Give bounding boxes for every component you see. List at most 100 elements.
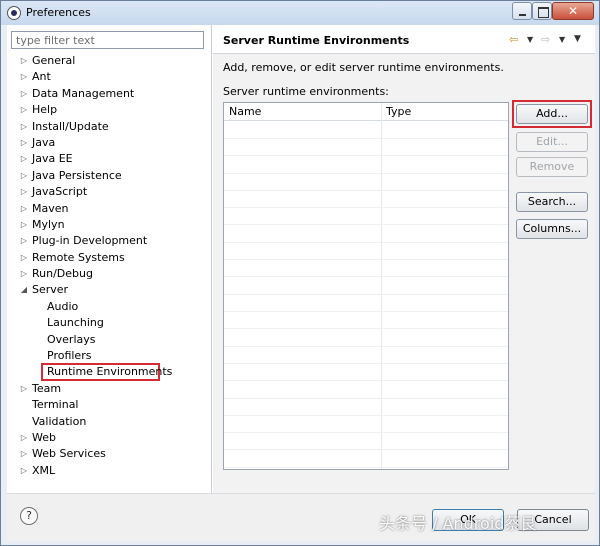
forward-history-dropdown-icon[interactable]: ▼ xyxy=(559,35,565,44)
tree-item[interactable]: ▷ Web Services xyxy=(7,446,211,462)
tree-item-label: Maven xyxy=(32,201,69,215)
empty-row-line xyxy=(224,415,508,416)
back-history-dropdown-icon[interactable]: ▼ xyxy=(527,35,533,44)
empty-row-line xyxy=(224,242,508,243)
collapsed-twistie-icon[interactable]: ▷ xyxy=(19,266,29,282)
tree-item-label: Server xyxy=(32,283,69,297)
tree-item[interactable]: ▷ General xyxy=(7,53,211,69)
tree-item-label: Install/Update xyxy=(32,119,109,133)
tree-item[interactable]: ▷ Plug-in Development xyxy=(7,233,211,249)
collapsed-twistie-icon[interactable]: ▷ xyxy=(19,381,29,397)
tree-item[interactable]: ▷ Java Persistence xyxy=(7,168,211,184)
tree-item-label: Data Management xyxy=(32,86,135,100)
column-header-name[interactable]: Name xyxy=(229,105,261,118)
tree-item[interactable]: ▷ Mylyn xyxy=(7,217,211,233)
collapsed-twistie-icon[interactable]: ▷ xyxy=(19,233,29,249)
tree-item-label: Overlays xyxy=(47,332,96,346)
tree-item-label: Ant xyxy=(32,70,51,84)
help-icon[interactable]: ? xyxy=(20,507,38,525)
collapsed-twistie-icon[interactable]: ▷ xyxy=(19,151,29,167)
view-menu-icon[interactable]: ▼ xyxy=(574,34,581,44)
collapsed-twistie-icon[interactable]: ▷ xyxy=(19,201,29,217)
forward-arrow-icon[interactable]: ⇨ xyxy=(541,33,550,46)
tree-item[interactable]: Terminal xyxy=(7,397,211,413)
tree-item[interactable]: ▷ XML xyxy=(7,463,211,479)
tree-item-label: Runtime Environments xyxy=(47,365,173,379)
search-button[interactable]: Search... xyxy=(516,192,588,212)
collapsed-twistie-icon[interactable]: ▷ xyxy=(19,250,29,266)
collapsed-twistie-icon[interactable]: ▷ xyxy=(19,102,29,118)
collapsed-twistie-icon[interactable]: ▷ xyxy=(19,184,29,200)
empty-row-line xyxy=(224,449,508,450)
collapsed-twistie-icon[interactable]: ▷ xyxy=(19,86,29,102)
tree-item[interactable]: ▷ Help xyxy=(7,102,211,118)
collapsed-twistie-icon[interactable]: ▷ xyxy=(19,446,29,462)
tree-item[interactable]: ▷ Install/Update xyxy=(7,119,211,135)
dialog-client: ▷General▷Ant▷Data Management▷Help▷Instal… xyxy=(7,25,595,541)
tree-item[interactable]: ▷ Web xyxy=(7,430,211,446)
tree-item[interactable]: Validation xyxy=(7,414,211,430)
close-button[interactable]: ✕ xyxy=(552,2,594,20)
edit-button[interactable]: Edit... xyxy=(516,132,588,152)
tree-item[interactable]: ▷ JavaScript xyxy=(7,184,211,200)
add-button[interactable]: Add... xyxy=(516,104,588,124)
tree-item[interactable]: ▷ Maven xyxy=(7,201,211,217)
column-header-type[interactable]: Type xyxy=(386,105,411,118)
tree-item-label: Team xyxy=(32,381,62,395)
tree-item-label: General xyxy=(32,54,76,67)
runtime-list-label: Server runtime environments: xyxy=(223,85,389,98)
tree-item[interactable]: Overlays xyxy=(7,332,211,348)
empty-row-line xyxy=(224,363,508,364)
tree-item[interactable]: ▷ Team xyxy=(7,381,211,397)
title-bar: Preferences ✕ xyxy=(1,1,599,25)
collapsed-twistie-icon[interactable]: ▷ xyxy=(19,217,29,233)
back-arrow-icon[interactable]: ⇦ xyxy=(509,33,518,46)
tree-item-label: Run/Debug xyxy=(32,267,93,281)
tree-item-label: Help xyxy=(32,103,58,117)
tree-item[interactable]: ▷ Run/Debug xyxy=(7,266,211,282)
tree-item[interactable]: ▷ Ant xyxy=(7,69,211,85)
tree-item-label: Web Services xyxy=(32,447,106,461)
empty-row-line xyxy=(224,380,508,381)
tree-item-label: Launching xyxy=(47,316,104,330)
tree-item[interactable]: ▷ Java xyxy=(7,135,211,151)
columns-button[interactable]: Columns... xyxy=(516,219,588,239)
collapsed-twistie-icon[interactable]: ▷ xyxy=(19,119,29,135)
empty-row-line xyxy=(224,346,508,347)
tree-item[interactable]: ▷ Data Management xyxy=(7,86,211,102)
tree-item-label: Java EE xyxy=(32,152,73,166)
tree-item[interactable]: ▷ Remote Systems xyxy=(7,250,211,266)
filter-input[interactable] xyxy=(11,31,204,49)
empty-row-line xyxy=(224,259,508,260)
maximize-button[interactable] xyxy=(532,2,552,20)
collapsed-twistie-icon[interactable]: ▷ xyxy=(19,135,29,151)
tree-item[interactable]: Launching xyxy=(7,315,211,331)
tree-item[interactable]: Audio xyxy=(7,299,211,315)
tree-item[interactable]: Runtime Environments xyxy=(7,363,211,382)
empty-row-line xyxy=(224,294,508,295)
tree-item[interactable]: Profilers xyxy=(7,348,211,364)
collapsed-twistie-icon[interactable]: ▷ xyxy=(19,430,29,446)
runtime-environments-table[interactable]: Name Type xyxy=(223,102,509,470)
tree-item-label: Remote Systems xyxy=(32,250,125,264)
expanded-twistie-icon[interactable]: ◢ xyxy=(19,282,29,298)
tree-item-label: JavaScript xyxy=(32,185,88,199)
tree-item-label: Profilers xyxy=(47,349,92,363)
empty-row-line xyxy=(224,328,508,329)
tree-item-label: Mylyn xyxy=(32,217,65,231)
empty-row-line xyxy=(224,398,508,399)
preference-page: Server Runtime Environments ⇦ ▼ ⇨ ▼ ▼ Ad… xyxy=(213,25,595,493)
tree-item-label: XML xyxy=(32,463,56,477)
collapsed-twistie-icon[interactable]: ▷ xyxy=(19,168,29,184)
collapsed-twistie-icon[interactable]: ▷ xyxy=(19,69,29,85)
preferences-navigation: ▷General▷Ant▷Data Management▷Help▷Instal… xyxy=(7,25,212,493)
tree-item[interactable]: ◢ Server xyxy=(7,282,211,298)
collapsed-twistie-icon[interactable]: ▷ xyxy=(19,463,29,479)
remove-button[interactable]: Remove xyxy=(516,157,588,177)
tree-item[interactable]: ▷ Java EE xyxy=(7,151,211,167)
minimize-button[interactable] xyxy=(512,2,532,20)
empty-row-line xyxy=(224,432,508,433)
collapsed-twistie-icon[interactable]: ▷ xyxy=(19,53,29,69)
table-header: Name Type xyxy=(224,103,508,121)
empty-row-line xyxy=(224,190,508,191)
